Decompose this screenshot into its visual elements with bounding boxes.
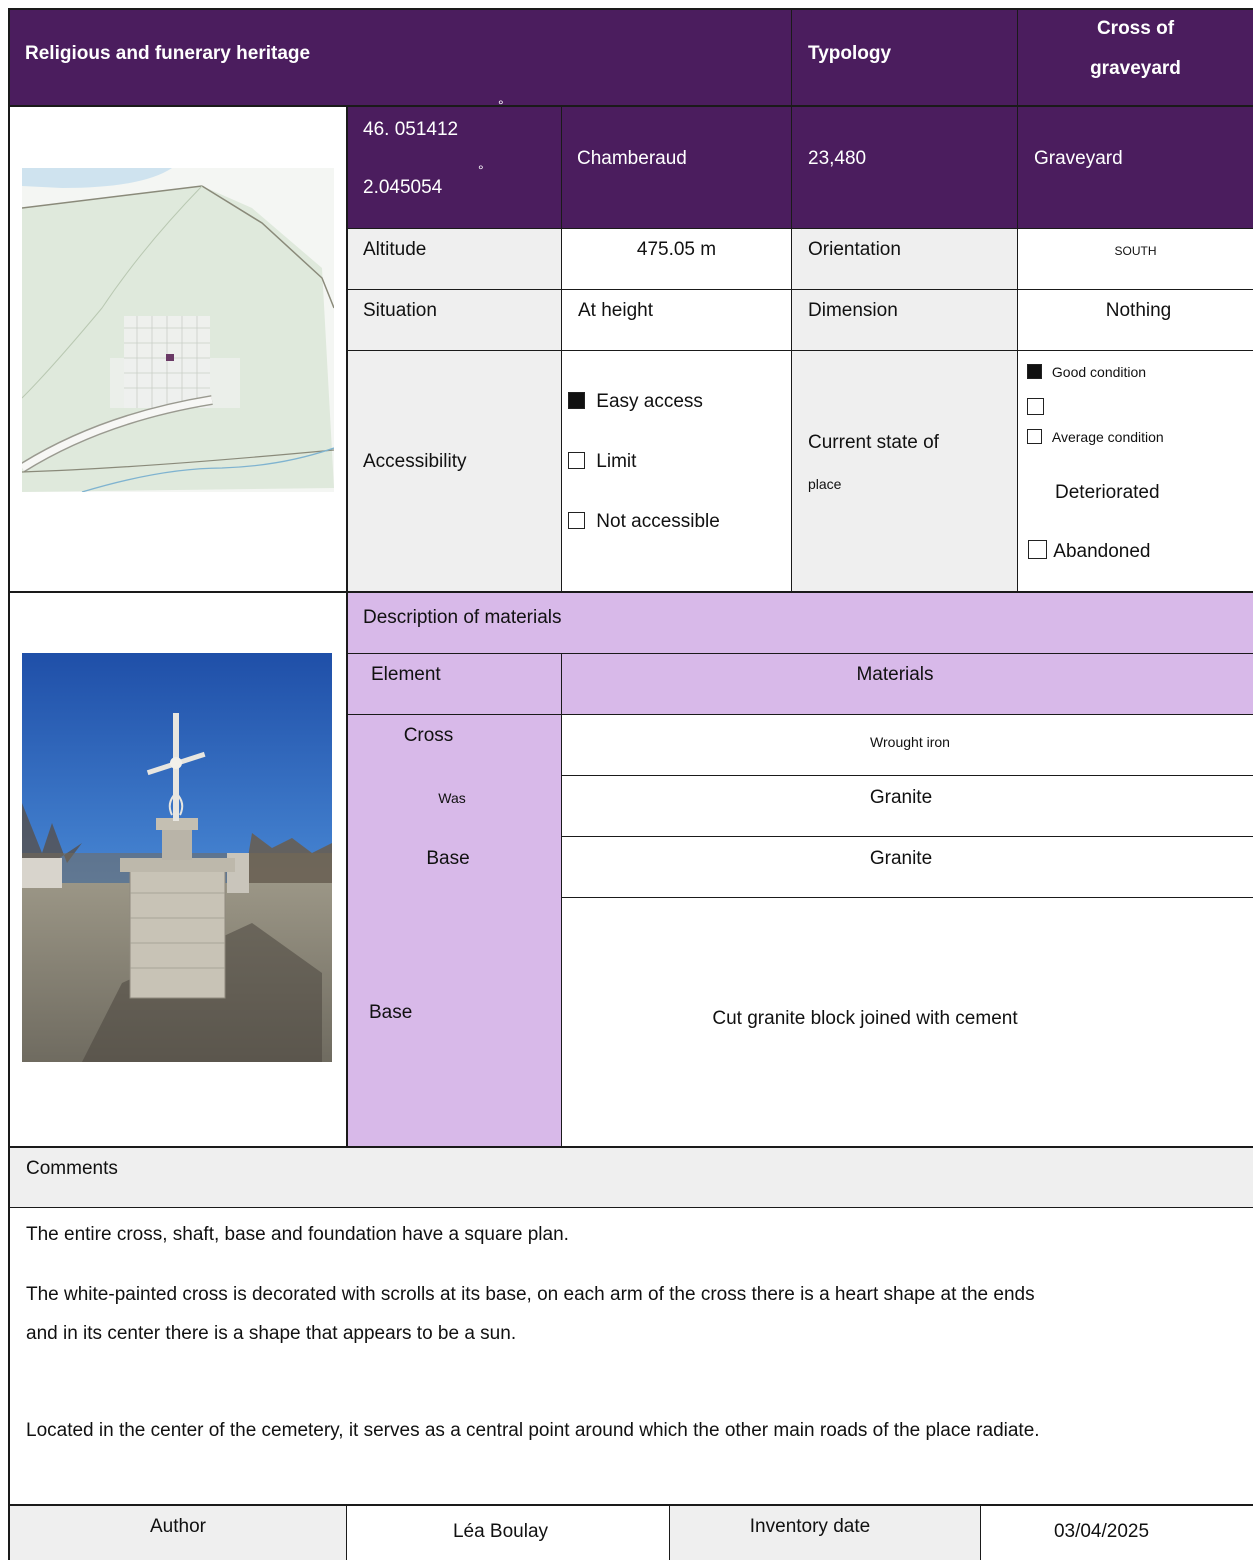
sheet-title: Religious and funerary heritage [25, 43, 311, 64]
material-cell-2: Granite [869, 787, 933, 808]
longitude-value: 2.045054 [363, 177, 443, 198]
limit-checkbox[interactable] [568, 452, 585, 469]
altitude-value: 475.05 m [636, 239, 717, 260]
inventory-date-value: 03/04/2025 [1053, 1521, 1150, 1542]
typology-value-line1: Cross of [1096, 18, 1175, 39]
accessibility-label: Accessibility [363, 451, 467, 472]
postcode-value: 23,480 [808, 148, 867, 169]
latitude-degree-symbol: ° [498, 97, 504, 113]
material-cell-3: Granite [869, 848, 933, 869]
state-label-line2: place [808, 476, 842, 492]
good-condition-checkbox[interactable] [1027, 364, 1042, 379]
materials-section-title: Description of materials [363, 607, 562, 628]
not-accessible-checkbox[interactable] [568, 512, 585, 529]
element-column-fill [347, 715, 561, 1147]
inventory-date-label: Inventory date [749, 1516, 871, 1537]
longitude-degree-symbol: ° [478, 162, 484, 178]
dimension-value: Nothing [1105, 300, 1172, 321]
author-label: Author [150, 1516, 206, 1537]
commune-value: Chamberaud [577, 148, 687, 169]
material-cell-4: Cut granite block joined with cement [712, 1008, 1018, 1029]
altitude-label: Altitude [363, 239, 427, 260]
state-label-line1: Current state of [808, 432, 939, 453]
not-accessible-label: Not accessible [596, 511, 720, 532]
element-cell-1: Cross [403, 725, 454, 746]
typology-value-line2: graveyard [1090, 58, 1181, 79]
typology-label: Typology [808, 43, 892, 64]
good-condition-option[interactable]: Good condition [1027, 364, 1146, 381]
latitude-value: 46. 051412 [363, 119, 459, 140]
situation-label: Situation [363, 300, 437, 321]
abandoned-label: Abandoned [1053, 541, 1151, 562]
state-label-cell [792, 351, 1018, 591]
situation-value: At height [578, 300, 653, 321]
abandoned-option[interactable]: Abandoned [1028, 540, 1151, 564]
comment-paragraph-2-line2: and in its center there is a shape that … [26, 1323, 517, 1344]
average-condition-checkbox[interactable] [1027, 429, 1042, 444]
comments-label-band [9, 1147, 1253, 1207]
limit-label: Limit [596, 451, 637, 472]
not-accessible-option[interactable]: Not accessible [568, 511, 720, 534]
comments-label: Comments [26, 1158, 118, 1179]
limit-option[interactable]: Limit [568, 451, 636, 474]
element-cell-4: Base [369, 1002, 413, 1023]
orientation-value: SOUTH [1114, 244, 1157, 258]
materials-column-header: Materials [856, 664, 934, 685]
location-map-image [22, 168, 334, 492]
easy-access-option[interactable]: Easy access [568, 391, 703, 414]
material-cell-1: Wrought iron [870, 734, 950, 750]
comment-paragraph-3: Located in the center of the cemetery, i… [26, 1420, 1040, 1441]
easy-access-label: Easy access [596, 391, 703, 412]
element-cell-2: Was [438, 790, 466, 806]
unlabeled-condition-checkbox[interactable] [1027, 398, 1044, 415]
cross-photo [22, 653, 332, 1062]
comment-paragraph-2-line1: The white-painted cross is decorated wit… [26, 1284, 1035, 1305]
unlabeled-condition-checkbox-wrap[interactable] [1027, 397, 1044, 420]
comment-paragraph-1: The entire cross, shaft, base and founda… [26, 1224, 569, 1245]
abandoned-checkbox[interactable] [1028, 540, 1047, 559]
place-value: Graveyard [1034, 148, 1123, 169]
orientation-label: Orientation [808, 239, 901, 260]
element-cell-3: Base [426, 848, 470, 869]
average-condition-label: Average condition [1051, 429, 1164, 445]
deteriorated-label: Deteriorated [1055, 482, 1160, 503]
element-column-header: Element [371, 664, 441, 685]
average-condition-option[interactable]: Average condition [1027, 429, 1164, 446]
dimension-label: Dimension [808, 300, 898, 321]
easy-access-checkbox[interactable] [568, 392, 585, 409]
good-condition-label: Good condition [1051, 364, 1147, 380]
author-value: Léa Boulay [452, 1521, 549, 1542]
